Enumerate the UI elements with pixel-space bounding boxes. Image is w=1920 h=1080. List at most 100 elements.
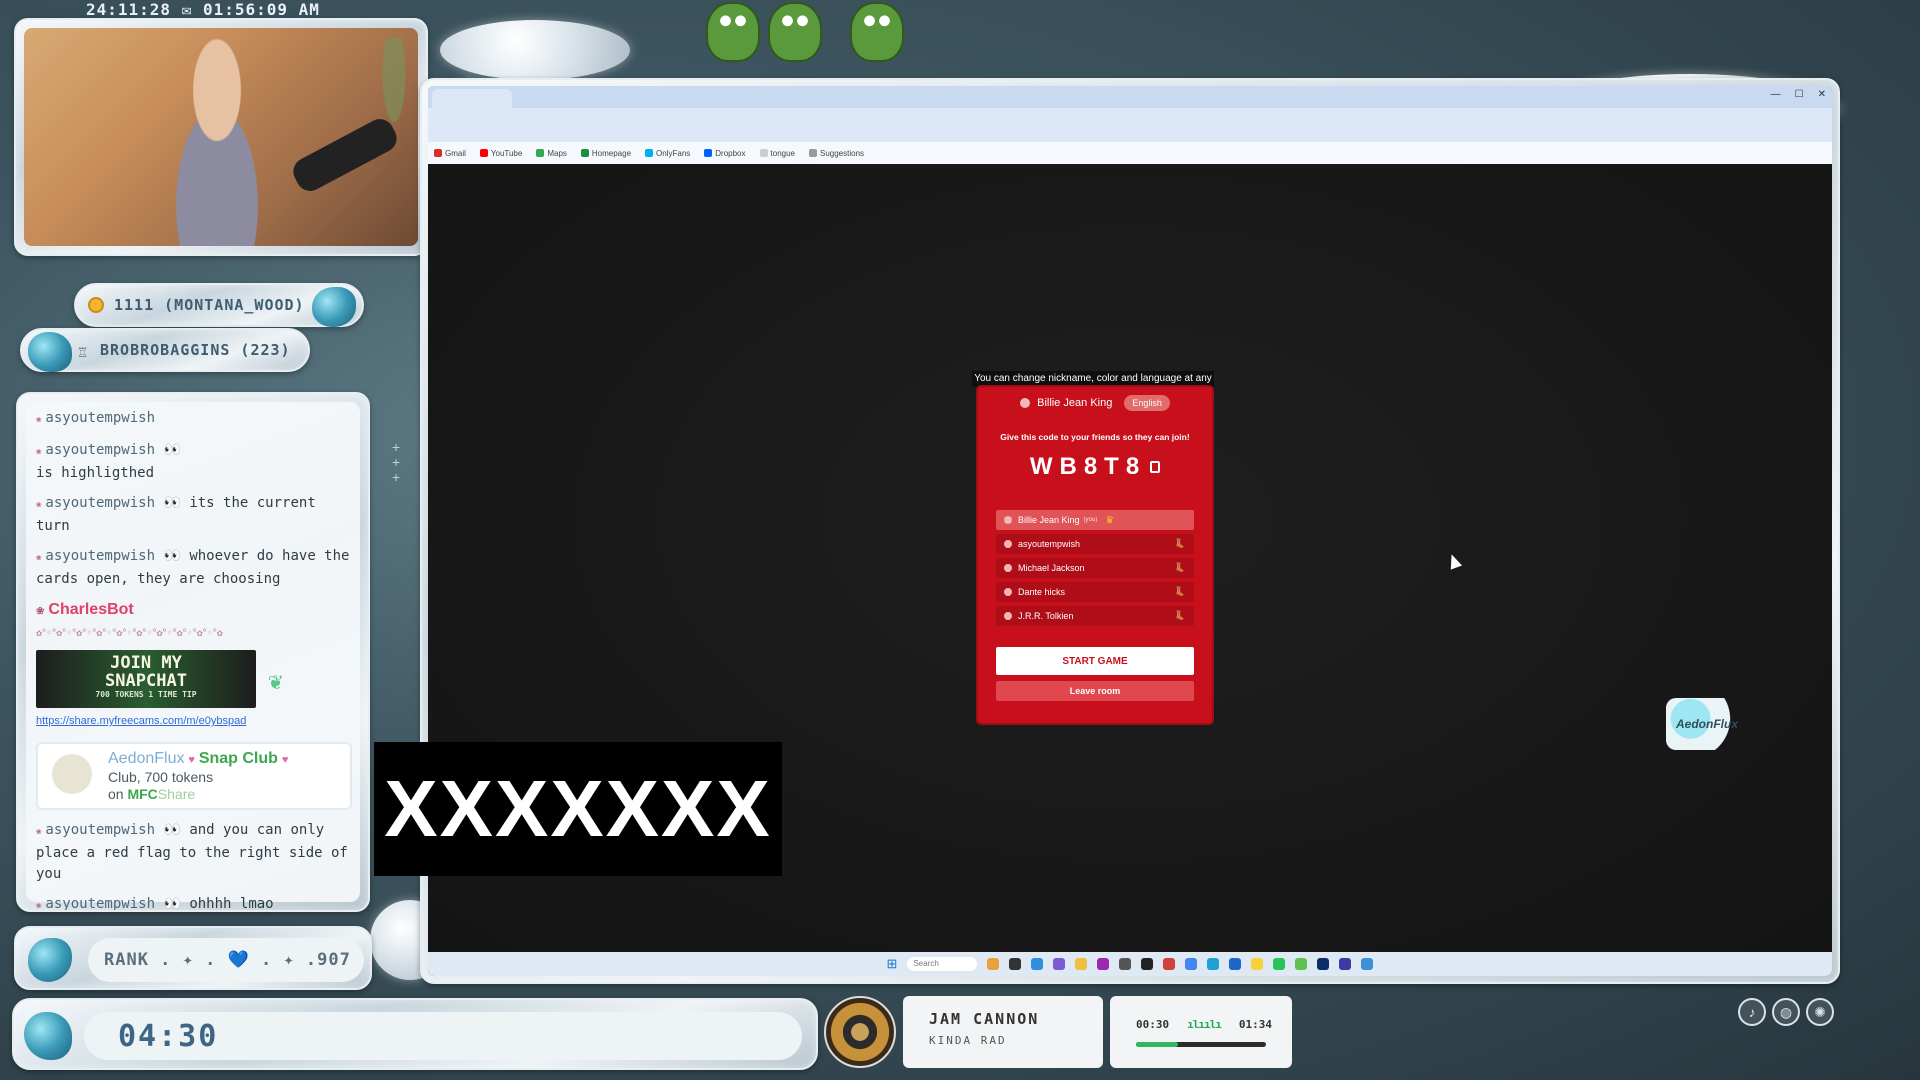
close-icon[interactable]: ✕ <box>1818 89 1826 100</box>
heart-icon: ♥ <box>188 754 195 766</box>
snapchat-banner: JOIN MY SNAPCHAT 700 TOKENS 1 TIME TIP ❦ <box>36 650 282 708</box>
progress-track <box>1136 1042 1266 1047</box>
player-row: Michael Jackson 👢 <box>996 558 1194 578</box>
chat-message: ❀ asyoutempwish 👀 and you can only place … <box>36 820 350 885</box>
bookmark-suggestions[interactable]: Suggestions <box>808 148 864 158</box>
bot-name-text: CharlesBot <box>48 601 134 618</box>
butterfly-icon: ❦ <box>268 667 283 695</box>
taskbar-app-icon[interactable] <box>1053 958 1066 970</box>
social-icons: ♪ ◍ ✺ <box>1738 998 1834 1026</box>
chat-username: asyoutempwish <box>45 896 155 912</box>
avatar <box>52 754 92 794</box>
taskbar-app-icon[interactable] <box>1009 958 1022 970</box>
streamer-figure <box>142 28 292 246</box>
mfc-share-text: Share <box>157 786 196 802</box>
webcam-feed <box>24 28 418 246</box>
taskbar-app-icon[interactable] <box>1273 958 1286 970</box>
snap-banner-line-1: JOIN MY <box>110 653 182 673</box>
gem-icon <box>28 332 72 372</box>
user-tag-icon: ❀ <box>36 415 42 425</box>
chat-message: ❀ asyoutempwish 👀 its the current turn <box>36 493 350 537</box>
player-list: Billie Jean King (you) ♛ asyoutempwish 👢… <box>996 510 1194 630</box>
taskbar-app-icon[interactable] <box>1229 958 1242 970</box>
chat-message: ❀ asyoutempwish 👀 is highligthed <box>36 440 350 484</box>
player-row: Billie Jean King (you) ♛ <box>996 510 1194 530</box>
bookmarks-bar: Gmail YouTube Maps Homepage OnlyFans Dro… <box>428 142 1832 164</box>
tab-strip: — ☐ ✕ <box>428 86 1832 108</box>
taskbar-app-icon[interactable] <box>1163 958 1176 970</box>
gem-icon <box>312 287 356 327</box>
nickname-selector[interactable]: Billie Jean King <box>1020 397 1112 409</box>
copy-icon[interactable] <box>1150 461 1161 473</box>
taskbar-app-icon[interactable] <box>1075 958 1088 970</box>
chrome-blob-decor <box>440 20 630 80</box>
goal-text: 1111 (MONTANA_WOOD) <box>114 296 305 314</box>
tip-club: Snap Club <box>198 750 278 767</box>
bookmark-homepage[interactable]: Homepage <box>580 148 631 158</box>
timer-panel: 04:30 <box>12 998 818 1070</box>
kick-icon[interactable]: 👢 <box>1174 562 1188 574</box>
bookmark-tongue[interactable]: tongue <box>759 148 795 158</box>
waveform-icon: ılıılı <box>1187 1018 1222 1031</box>
progress-fill <box>1136 1042 1178 1047</box>
room-code: WB8T8 <box>1029 453 1147 480</box>
taskbar-app-icon[interactable] <box>1339 958 1352 970</box>
bookmark-onlyfans[interactable]: OnlyFans <box>645 148 690 158</box>
taskbar-app-icon[interactable] <box>1207 958 1220 970</box>
kick-icon[interactable]: 👢 <box>1174 610 1188 622</box>
player-row: asyoutempwish 👢 <box>996 534 1194 554</box>
pepe-sticker-right <box>850 2 904 62</box>
bot-divider-decor: ✿°◦°✿°◦°✿°◦°✿°◦°✿°◦°✿°◦°✿°◦°✿°◦°✿°◦°✿ <box>36 628 223 639</box>
chat-username: asyoutempwish <box>45 822 155 838</box>
minimize-icon[interactable]: — <box>1771 89 1781 100</box>
taskbar-app-icon[interactable] <box>1141 958 1154 970</box>
nickname-row: Billie Jean King English <box>978 395 1212 411</box>
language-selector[interactable]: English <box>1124 395 1170 411</box>
taskbar-app-icon[interactable] <box>1317 958 1330 970</box>
join-hint: Give this code to your friends so they c… <box>1000 432 1190 442</box>
chat-emoji-icon: 👀 <box>163 822 181 838</box>
snap-link[interactable]: https://share.myfreecams.com/m/e0ybspad <box>36 711 350 732</box>
taskbar-app-icon[interactable] <box>1031 958 1044 970</box>
taskbar-app-icon[interactable] <box>1361 958 1374 970</box>
mfc-logo-text: MFC <box>127 786 158 802</box>
bookmark-youtube[interactable]: YouTube <box>479 148 522 158</box>
bookmark-gmail[interactable]: Gmail <box>434 148 466 158</box>
browser-tab[interactable] <box>432 89 512 108</box>
browser-titlebar: — ☐ ✕ <box>428 86 1832 142</box>
bookmark-dropbox[interactable]: Dropbox <box>704 148 746 158</box>
maximize-icon[interactable]: ☐ <box>1795 89 1804 100</box>
heart-icon: ♥ <box>281 754 289 766</box>
taskbar-app-icon[interactable] <box>987 958 1000 970</box>
bot-username: ❀ CharlesBot <box>36 599 350 622</box>
color-dot-icon <box>1020 398 1031 408</box>
leave-room-button[interactable]: Leave room <box>996 681 1194 701</box>
user-tag-icon: ❀ <box>36 827 42 837</box>
tip-notification-card: AedonFlux ♥ Snap Club ♥ Club, 700 tokens… <box>36 742 352 810</box>
pepe-sticker-middle <box>768 2 822 62</box>
goal-pill: 1111 (MONTANA_WOOD) <box>74 283 364 327</box>
sphere-icon: ◍ <box>1772 998 1800 1026</box>
chat-panel: ❀ asyoutempwish ❀ asyoutempwish 👀 is highl… <box>16 392 370 912</box>
player-row: J.R.R. Tolkien 👢 <box>996 606 1194 626</box>
chat-username: asyoutempwish <box>45 442 155 458</box>
game-lobby-panel: Billie Jean King English Give this code … <box>978 387 1212 723</box>
bookmark-maps[interactable]: Maps <box>536 148 567 158</box>
taskbar-app-icon[interactable] <box>1185 958 1198 970</box>
rank-text: RANK . ✦ . 💙 . ✦ .907 <box>88 938 364 982</box>
taskbar-app-icon[interactable] <box>1119 958 1132 970</box>
start-game-button[interactable]: START GAME <box>996 647 1194 675</box>
crown-icon: ♛ <box>1105 514 1115 526</box>
kick-icon[interactable]: 👢 <box>1174 538 1188 550</box>
chat-text: is highligthed <box>36 465 155 481</box>
taskbar-search[interactable]: Search <box>907 957 978 971</box>
windows-start-icon[interactable]: ⊞ <box>887 956 898 972</box>
chat-username: asyoutempwish <box>45 410 155 426</box>
player-color-icon <box>1004 564 1012 572</box>
player-color-icon <box>1004 516 1012 524</box>
taskbar-app-icon[interactable] <box>1097 958 1110 970</box>
chat-messages[interactable]: ❀ asyoutempwish ❀ asyoutempwish 👀 is highl… <box>30 404 356 912</box>
taskbar-app-icon[interactable] <box>1295 958 1308 970</box>
kick-icon[interactable]: 👢 <box>1174 586 1188 598</box>
taskbar-app-icon[interactable] <box>1251 958 1264 970</box>
